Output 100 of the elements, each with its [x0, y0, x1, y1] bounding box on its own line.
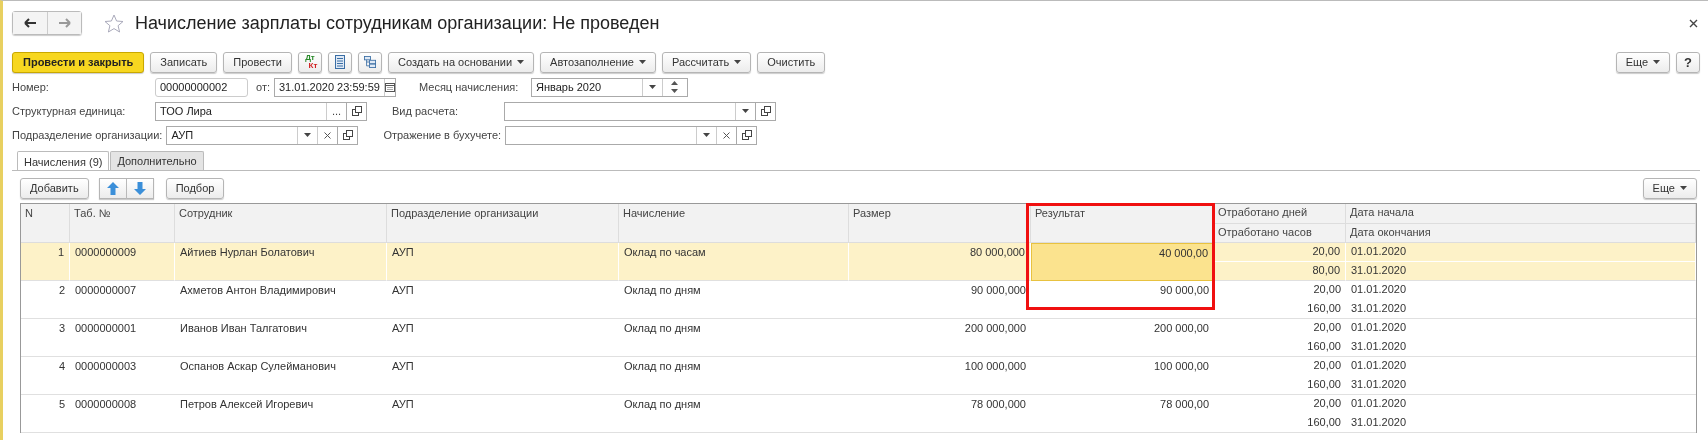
- column-header[interactable]: Сотрудник: [175, 204, 387, 243]
- calendar-icon: [384, 82, 395, 92]
- field-label: Номер:: [12, 81, 50, 93]
- column-header[interactable]: Результат: [1031, 204, 1214, 243]
- table-cell: Оспанов Аскар Сулейманович: [175, 357, 387, 395]
- table-cell-text: 01.01.2020: [1350, 396, 1408, 411]
- more-button[interactable]: Еще: [1615, 51, 1671, 73]
- table-cell-text: 01.01.2020: [1350, 358, 1408, 373]
- table-cell: 3: [21, 319, 70, 357]
- accounting-field[interactable]: [505, 125, 738, 145]
- table-cell: АУП: [387, 357, 619, 395]
- open-button[interactable]: [737, 125, 758, 145]
- toolbar-button[interactable]: Записать: [150, 51, 218, 73]
- table-cell: Оклад по дням: [619, 281, 849, 319]
- table-cell: 2: [21, 281, 70, 319]
- field-label: Вид расчета:: [392, 105, 460, 117]
- table-cell: Ахметов Антон Владимирович: [175, 281, 387, 319]
- table-cell: 0000000008: [70, 395, 175, 433]
- table-cell: 1: [21, 243, 70, 281]
- tab[interactable]: Начисления (9): [17, 151, 110, 171]
- column-header[interactable]: Дата начала: [1346, 204, 1696, 224]
- table-cell: 90 000,000: [849, 281, 1031, 319]
- toolbar-button[interactable]: Очистить: [757, 51, 826, 73]
- caret-icon: [649, 85, 656, 89]
- column-header[interactable]: Размер: [849, 204, 1031, 243]
- caret-icon: [1680, 186, 1687, 190]
- window-title: Начисление зарплаты сотрудникам организации: Не проведен: [135, 12, 660, 34]
- move-down-button[interactable]: [126, 177, 154, 199]
- department-field[interactable]: АУП: [166, 125, 339, 145]
- table-cell: 01.01.2020: [1346, 243, 1696, 262]
- dropdown-button[interactable]: Автозаполнение: [540, 51, 656, 73]
- column-header[interactable]: Подразделение организации: [387, 204, 619, 243]
- tab[interactable]: Дополнительно: [110, 151, 204, 170]
- table-cell: Петров Алексей Игоревич: [175, 395, 387, 433]
- debit-credit-button[interactable]: Дт Кт: [298, 51, 322, 73]
- help-button[interactable]: ?: [1676, 51, 1700, 73]
- field-label: Месяц начисления:: [419, 81, 520, 93]
- calculation-type-field[interactable]: [504, 101, 756, 121]
- two-squares-icon: [741, 130, 752, 140]
- table-cell-text: 01.01.2020: [1350, 282, 1408, 297]
- table-cell: Иванов Иван Талгатович: [175, 319, 387, 357]
- move-up-button[interactable]: [98, 177, 127, 199]
- table-cell-text: 20,00: [1312, 282, 1342, 297]
- date-field[interactable]: 31.01.2020 23:59:59: [274, 77, 396, 97]
- open-button[interactable]: [756, 101, 776, 121]
- field-label: от:: [256, 81, 270, 93]
- add-button[interactable]: Добавить: [20, 177, 89, 199]
- caret-icon: [703, 133, 711, 137]
- dropdown-button[interactable]: Создать на основании: [388, 51, 535, 73]
- list-button[interactable]: [328, 51, 352, 73]
- table-cell: 200 000,000: [849, 319, 1031, 357]
- pick-button[interactable]: Подбор: [165, 177, 225, 199]
- caret-icon: [638, 60, 646, 64]
- table-cell: 5: [21, 395, 70, 433]
- table-cell: 31.01.2020: [1346, 262, 1696, 281]
- column-header[interactable]: N: [21, 204, 70, 243]
- arrow-left-icon: [23, 18, 37, 28]
- table-cell: 78 000,000: [849, 395, 1031, 433]
- two-squares-icon: [342, 130, 353, 140]
- field-label: Структурная единица:: [12, 105, 127, 117]
- number-field[interactable]: 00000000002: [155, 77, 248, 97]
- table-cell: 40 000,00: [1031, 243, 1214, 281]
- table-cell: 160,00: [1214, 376, 1346, 395]
- back-button[interactable]: [13, 12, 47, 34]
- table-cell: 100 000,00: [1031, 357, 1214, 395]
- list-icon: [335, 55, 345, 69]
- table-cell: 0000000003: [70, 357, 175, 395]
- two-squares-icon: [760, 106, 771, 116]
- choose-button[interactable]: ...: [326, 102, 346, 120]
- table-cell: Оклад по часам: [619, 243, 849, 281]
- table-cell-text: 20,00: [1312, 358, 1342, 373]
- toolbar-button[interactable]: Провести: [223, 51, 292, 73]
- post-and-close-button[interactable]: Провести и закрыть: [12, 51, 145, 73]
- table-cell: 90 000,00: [1031, 281, 1214, 319]
- column-header[interactable]: Отработано дней: [1214, 204, 1346, 224]
- table-cell-text: 01.01.2020: [1350, 320, 1408, 335]
- open-button[interactable]: [347, 101, 367, 121]
- table-cell: 0000000007: [70, 281, 175, 319]
- more-button[interactable]: Еще: [1642, 177, 1697, 199]
- column-header[interactable]: Начисление: [619, 204, 849, 243]
- two-squares-icon: [351, 106, 362, 116]
- table-cell: 78 000,00: [1031, 395, 1214, 433]
- dropdown-button[interactable]: Рассчитать: [661, 51, 752, 73]
- table-cell-text: 20,00: [1312, 396, 1342, 411]
- table-cell: АУП: [387, 395, 619, 433]
- column-header[interactable]: Таб. №: [70, 204, 175, 243]
- structure-button[interactable]: [358, 51, 382, 73]
- caret-icon: [517, 60, 525, 64]
- column-header[interactable]: Дата окончания: [1346, 223, 1696, 243]
- star-icon[interactable]: [104, 13, 124, 33]
- arrow-down-icon: [133, 181, 146, 195]
- table-cell: 160,00: [1214, 300, 1346, 319]
- table-cell: 160,00: [1214, 338, 1346, 357]
- table-cell: АУП: [387, 243, 619, 281]
- month-field[interactable]: Январь 2020: [531, 77, 688, 97]
- table-cell: 160,00: [1214, 414, 1346, 433]
- open-button[interactable]: [338, 125, 359, 145]
- table-cell: 31.01.2020: [1346, 300, 1696, 319]
- table-cell: Айтиев Нурлан Болатович: [175, 243, 387, 281]
- structural-unit-field[interactable]: ТОО Лира ...: [155, 101, 347, 121]
